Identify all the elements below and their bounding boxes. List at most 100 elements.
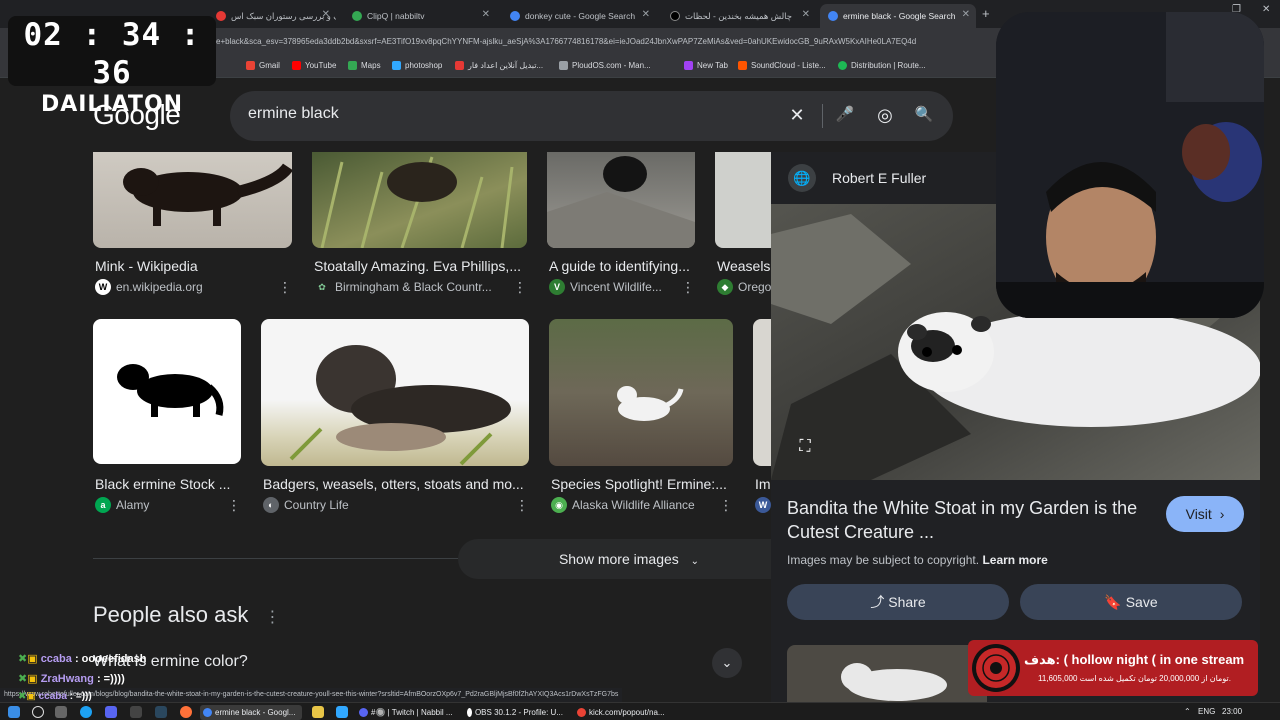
source-label: en.wikipedia.org (116, 280, 203, 294)
edge-icon[interactable] (80, 706, 92, 718)
close-icon[interactable]: ✕ (322, 9, 330, 20)
image-title[interactable]: Species Spotlight! Ermine:... (551, 476, 733, 492)
image-title[interactable]: A guide to identifying... (549, 258, 695, 274)
bookmark-photoshop[interactable]: photoshop (392, 61, 442, 70)
close-icon[interactable]: ✕ (802, 9, 810, 20)
tab-label: ClipQ | nabbiltv (367, 11, 425, 21)
photoshop-icon[interactable] (336, 706, 348, 718)
more-options-icon[interactable]: ⋮ (681, 279, 695, 296)
bookmark-ploudos[interactable]: PloudOS.com - Man... (559, 61, 651, 70)
task-view-icon[interactable] (55, 706, 67, 718)
image-thumb-mink[interactable] (93, 152, 292, 248)
taskbar-app-obs[interactable]: OBS 30.1.2 - Profile: U... (464, 705, 566, 720)
more-options-icon[interactable]: ⋮ (513, 279, 527, 296)
chat-text: : =))) (69, 691, 92, 702)
url-text[interactable]: e+black&sca_esv=378965eda3ddb2bd&sxsrf=A… (216, 37, 1016, 46)
search-input[interactable] (248, 105, 748, 123)
bookmark-youtube[interactable]: YouTube (292, 61, 336, 70)
chevron-up-icon[interactable]: ⌃ (1184, 707, 1191, 716)
language-indicator[interactable]: ENG (1198, 707, 1215, 716)
taskbar-app-discord[interactable]: #🔘 | Twitch | Nabbil ... (356, 705, 456, 720)
image-title[interactable]: Badgers, weasels, otters, stoats and mo.… (263, 476, 529, 492)
donation-title: هدف: ( hollow night ( in one stream (1024, 652, 1245, 667)
image-thumb-black-ermine[interactable] (93, 319, 241, 464)
clear-icon[interactable]: ✕ (786, 105, 808, 126)
image-thumb-partial[interactable] (753, 319, 771, 466)
show-more-images-button[interactable]: Show more images ⌄ (458, 539, 800, 579)
image-thumb-stoatally[interactable] (312, 152, 527, 248)
image-source[interactable]: W (755, 497, 771, 513)
mic-icon[interactable]: 🎤 (834, 105, 856, 123)
visit-label: Visit (1185, 506, 1212, 522)
more-options-icon[interactable]: ⋮ (227, 497, 241, 514)
clock[interactable]: 23:00 (1222, 707, 1242, 716)
panel-source-name: Robert E Fuller (832, 170, 927, 186)
close-icon[interactable]: ✕ (482, 9, 490, 20)
save-button[interactable]: 🔖 Save (1020, 584, 1242, 620)
tab-4[interactable]: چالش همیشه بخندین - لحظات ✕ (662, 4, 816, 28)
copyright-notice: Images may be subject to copyright. Lear… (787, 553, 1048, 567)
more-options-icon[interactable]: ⋮ (719, 497, 733, 514)
tab-2[interactable]: ClipQ | nabbiltv ✕ (344, 4, 496, 28)
chevron-right-icon: › (1219, 506, 1225, 522)
taskbar-app-chrome[interactable]: ermine black - Googl... (200, 705, 302, 720)
maps-icon (348, 61, 357, 70)
tab-active[interactable]: ermine black - Google Search ✕ (820, 4, 976, 28)
image-source[interactable]: ◆ Orego (717, 279, 771, 295)
copyright-text: Images may be subject to copyright. (787, 553, 980, 567)
image-title[interactable]: Im (755, 476, 771, 492)
image-title[interactable]: Mink - Wikipedia (95, 258, 290, 274)
share-button[interactable]: ⤴ Share (787, 584, 1009, 620)
related-image[interactable] (787, 645, 987, 705)
image-thumb-badgers[interactable] (261, 319, 529, 466)
image-title[interactable]: Stoatally Amazing. Eva Phillips,... (314, 258, 526, 274)
chrome-icon (577, 708, 586, 717)
visit-button[interactable]: Visit › (1166, 496, 1244, 532)
search-icon[interactable]: 🔍 (913, 105, 935, 123)
start-icon[interactable] (8, 706, 20, 718)
steam-icon[interactable] (155, 706, 167, 718)
image-title[interactable]: Black ermine Stock ... (95, 476, 239, 492)
image-thumb-species-spotlight[interactable] (549, 319, 733, 466)
firefox-icon[interactable] (180, 706, 192, 718)
close-icon[interactable]: ✕ (642, 9, 650, 20)
image-source[interactable]: Wen.wikipedia.org (95, 279, 275, 295)
more-options-icon[interactable]: ⋮ (515, 497, 529, 514)
image-source[interactable]: ◉ Alaska Wildlife Alliance (551, 497, 711, 513)
bookmark-converter[interactable]: تبدیل آنلاین اعداد فار... (455, 61, 543, 70)
clipq-icon (352, 11, 362, 21)
bookmark-newtab[interactable]: New Tab (684, 61, 728, 70)
panel-source[interactable]: 🌐 Robert E Fuller (788, 164, 926, 192)
search-box[interactable]: ✕ 🎤 ◎ 🔍 (230, 91, 953, 141)
image-source[interactable]: ✿ Birmingham & Black Countr... (314, 279, 504, 295)
bookmark-maps[interactable]: Maps (348, 61, 381, 70)
app-icon[interactable] (130, 706, 142, 718)
image-title[interactable]: Weasels (717, 258, 771, 274)
taskbar-app-kick[interactable]: kick.com/popout/na... (574, 705, 670, 720)
panel-title[interactable]: Bandita the White Stoat in my Garden is … (787, 496, 1157, 544)
bookmark-gmail[interactable]: Gmail (246, 61, 280, 70)
close-window-icon[interactable]: ✕ (1262, 4, 1270, 15)
image-source[interactable]: a Alamy (95, 497, 225, 513)
learn-more-link[interactable]: Learn more (982, 553, 1047, 567)
more-options-icon[interactable]: ⋮ (264, 609, 280, 626)
show-more-label: Show more images (558, 551, 679, 567)
search-icon[interactable] (32, 706, 44, 718)
bookmark-soundcloud[interactable]: SoundCloud - Liste... (738, 61, 826, 70)
lens-icon[interactable]: ◎ (874, 105, 896, 126)
image-thumb-weasels[interactable] (715, 152, 771, 248)
image-source[interactable]: V Vincent Wildlife... (549, 279, 674, 295)
image-thumb-guide[interactable] (547, 152, 695, 248)
new-tab-icon[interactable]: + (982, 6, 990, 21)
image-source[interactable]: ◐ Country Life (263, 497, 493, 513)
chevron-down-icon[interactable]: ⌄ (712, 648, 742, 678)
donation-progress: 11,605,000 تومان از 20,000,000 تومان تکم… (1038, 674, 1231, 683)
tab-3[interactable]: donkey cute - Google Search ✕ (502, 4, 656, 28)
tab-1[interactable]: اسپاف و بررسی رستوران سبک اس ✕ (208, 4, 336, 28)
app-icon[interactable] (105, 706, 117, 718)
folder-icon[interactable] (312, 706, 324, 718)
close-icon[interactable]: ✕ (962, 9, 970, 20)
visual-search-icon[interactable]: ⛶ (792, 434, 818, 460)
bookmark-distribution[interactable]: Distribution | Route... (838, 61, 926, 70)
more-options-icon[interactable]: ⋮ (278, 279, 292, 296)
